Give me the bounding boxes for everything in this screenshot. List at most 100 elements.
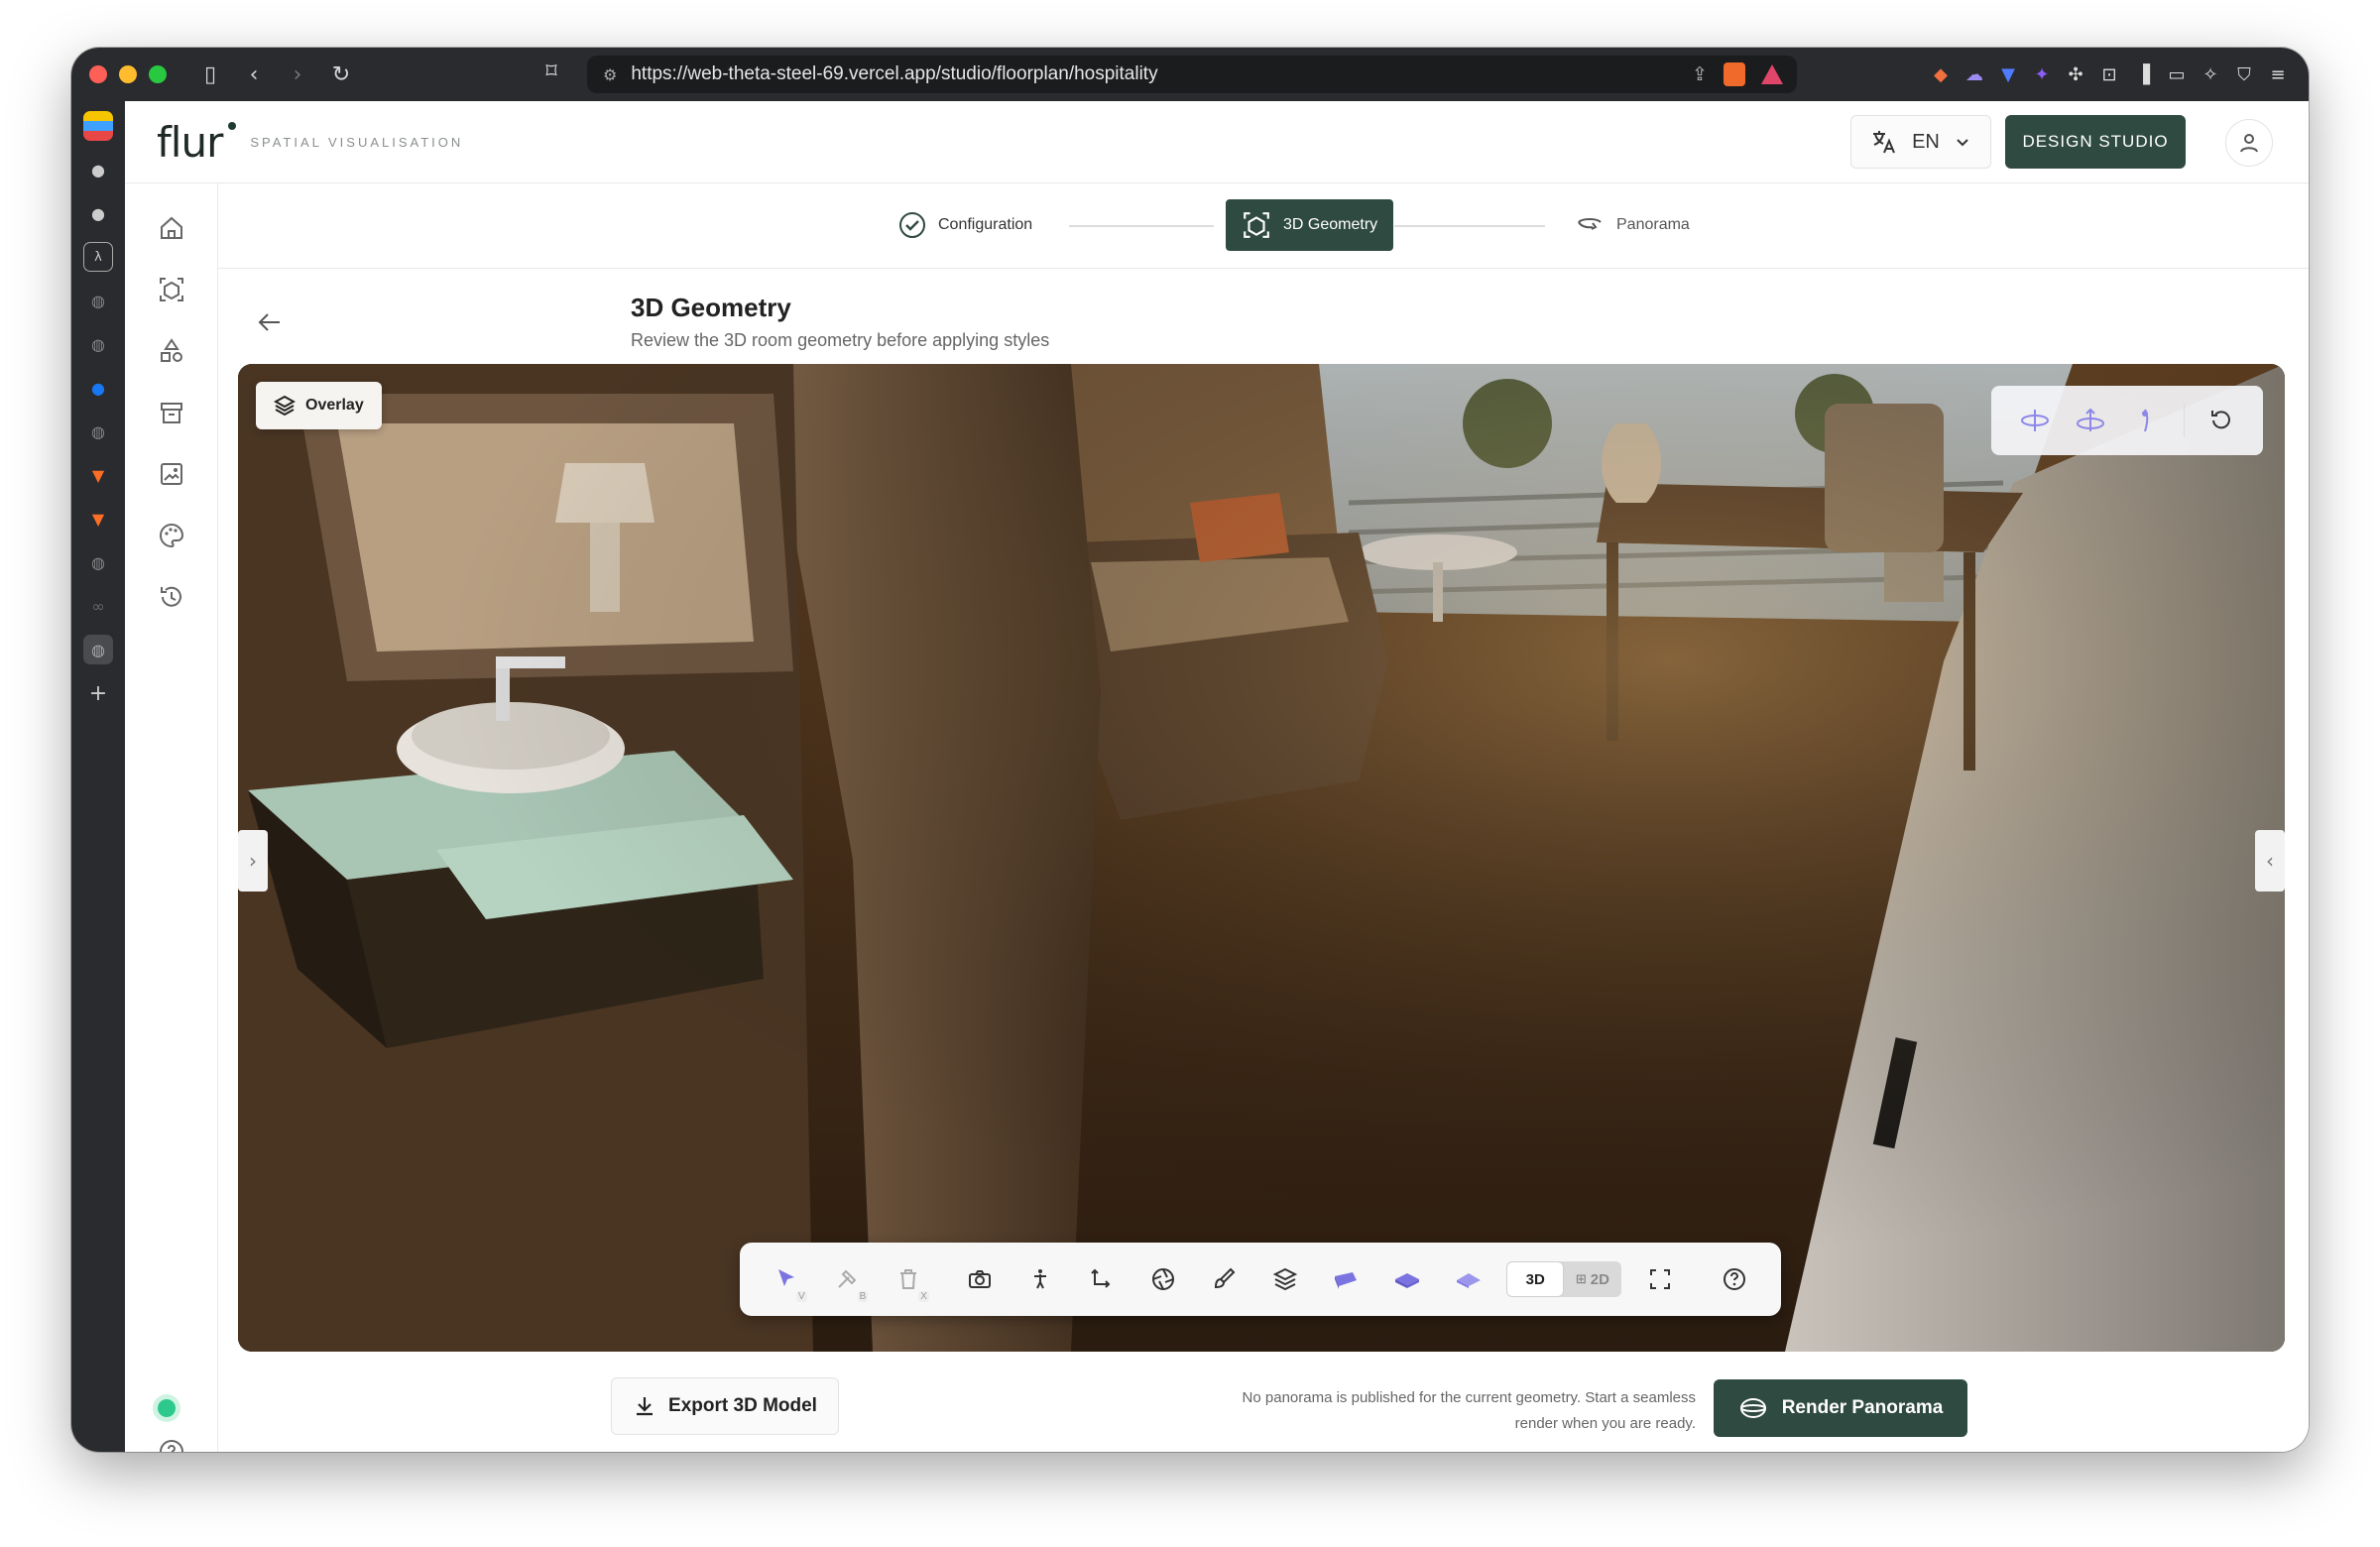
- step-panorama[interactable]: Panorama: [1559, 199, 1706, 251]
- flur-logo[interactable]: flur: [157, 118, 237, 167]
- ceiling-view-tool[interactable]: [1376, 1254, 1438, 1304]
- screenshot-tool[interactable]: [949, 1254, 1011, 1304]
- walk-mode-tool[interactable]: [1010, 1254, 1071, 1304]
- address-bar[interactable]: ⚙ https://web-theta-steel-69.vercel.app/…: [587, 56, 1797, 93]
- paint-tool[interactable]: [1193, 1254, 1254, 1304]
- layers-tool[interactable]: [1254, 1254, 1316, 1304]
- panorama-icon: [1578, 218, 1602, 230]
- share-icon[interactable]: ⇪: [1692, 63, 1708, 85]
- orbit-horizontal-icon[interactable]: [2018, 404, 2052, 437]
- reload-icon[interactable]: ↻: [323, 62, 359, 87]
- aperture-tool[interactable]: [1132, 1254, 1194, 1304]
- brave-shield-icon[interactable]: [1724, 62, 1745, 86]
- 3d-cube-icon: [1244, 212, 1269, 238]
- tab-globe-icon-active[interactable]: ◍: [83, 635, 113, 664]
- export-3d-model-button[interactable]: Export 3D Model: [611, 1377, 839, 1435]
- slab-stack-icon: [1395, 1273, 1419, 1288]
- view-mode-2d-label: 2D: [1590, 1270, 1609, 1288]
- view-mode-2d[interactable]: ⊞ 2D: [1564, 1261, 1621, 1297]
- fullscreen-icon: [1649, 1269, 1670, 1289]
- vpn-icon[interactable]: ⛉: [2229, 60, 2259, 89]
- bookmark-icon[interactable]: ⌑: [534, 60, 569, 84]
- orbit-vertical-icon[interactable]: [2074, 404, 2107, 437]
- nav-palette-icon[interactable]: [155, 519, 188, 552]
- logo-dot: [228, 121, 237, 130]
- step-label: 3D Geometry: [1283, 216, 1378, 233]
- floor-view-tool[interactable]: [1316, 1254, 1377, 1304]
- tab-globe-icon-2[interactable]: ◍: [83, 329, 113, 359]
- right-panel-expand-handle[interactable]: ‹: [2255, 830, 2285, 892]
- measure-tool[interactable]: [1071, 1254, 1132, 1304]
- sidebar-panel-icon[interactable]: ▐: [2128, 60, 2158, 89]
- left-panel-expand-handle[interactable]: ›: [238, 830, 268, 892]
- view-mode-3d[interactable]: 3D: [1506, 1261, 1565, 1297]
- build-tool[interactable]: B: [817, 1254, 879, 1304]
- design-studio-button[interactable]: DESIGN STUDIO: [2005, 115, 2186, 169]
- menu-icon[interactable]: ≡: [2263, 60, 2293, 89]
- brave-rewards-icon[interactable]: [1761, 64, 1783, 84]
- nav-home-icon[interactable]: [155, 211, 188, 245]
- fullscreen-tool[interactable]: [1629, 1254, 1691, 1304]
- hammer-icon: [838, 1269, 857, 1288]
- select-tool[interactable]: V: [756, 1254, 817, 1304]
- render-panorama-button[interactable]: Render Panorama: [1714, 1379, 1967, 1437]
- screenshot-icon[interactable]: ⊡: [2094, 60, 2124, 89]
- delete-tool[interactable]: X: [878, 1254, 939, 1304]
- site-settings-icon[interactable]: ⚙: [603, 65, 617, 84]
- tab-favicon-app-icon[interactable]: [83, 111, 113, 141]
- user-account-button[interactable]: [2225, 119, 2273, 167]
- extensions-puzzle-icon[interactable]: ✣: [2061, 60, 2090, 89]
- stack-layers-icon: [1272, 1267, 1297, 1291]
- tab-globe-icon-4[interactable]: ◍: [83, 547, 113, 577]
- tab-link-icon[interactable]: ∞: [83, 591, 113, 621]
- tab-gitlab-icon[interactable]: ▼: [83, 460, 113, 490]
- minimize-window-button[interactable]: [119, 65, 137, 83]
- new-tab-plus-icon[interactable]: +: [83, 678, 113, 708]
- page-title: 3D Geometry: [631, 293, 791, 322]
- viewport-toolbar: V B X 3D ⊞ 2D: [740, 1243, 1781, 1316]
- tab-lambda-icon[interactable]: λ: [83, 242, 113, 272]
- app-left-nav: [125, 183, 218, 1452]
- tilt-camera-icon[interactable]: [2128, 404, 2162, 437]
- extension-star-icon[interactable]: ✦: [2027, 60, 2057, 89]
- forward-nav-icon[interactable]: ›: [280, 62, 315, 87]
- overlay-toggle-button[interactable]: Overlay: [256, 382, 382, 429]
- step-3d-geometry[interactable]: 3D Geometry: [1226, 199, 1394, 251]
- shortcut-key: V: [795, 1291, 807, 1302]
- step-label: Panorama: [1616, 216, 1690, 233]
- tab-gitlab-icon-2[interactable]: ▼: [83, 504, 113, 534]
- nav-archive-icon[interactable]: [155, 396, 188, 429]
- ai-assistant-icon[interactable]: ✧: [2196, 60, 2225, 89]
- back-arrow-icon[interactable]: [252, 304, 288, 340]
- person-icon: [1034, 1269, 1047, 1289]
- help-tool[interactable]: [1704, 1254, 1765, 1304]
- extension-shield-icon[interactable]: ▼: [1993, 60, 2023, 89]
- tab-github-icon[interactable]: ●: [83, 155, 113, 184]
- layers-icon: [274, 395, 296, 416]
- extension-fox-icon[interactable]: ◆: [1926, 60, 1956, 89]
- language-selector[interactable]: EN: [1850, 115, 1991, 169]
- maximize-window-button[interactable]: [149, 65, 167, 83]
- panorama-globe-icon: [1739, 1398, 1766, 1418]
- step-configuration[interactable]: Configuration: [883, 199, 1048, 251]
- wallet-icon[interactable]: ▭: [2162, 60, 2192, 89]
- nav-image-scan-icon[interactable]: [155, 457, 188, 491]
- tab-globe-icon[interactable]: ◍: [83, 286, 113, 315]
- tab-globe-icon-3[interactable]: ◍: [83, 416, 113, 446]
- tab-facebook-icon[interactable]: ●: [83, 373, 113, 403]
- back-nav-icon[interactable]: ‹: [236, 62, 272, 87]
- shortcut-key: X: [918, 1291, 929, 1302]
- nav-shapes-icon[interactable]: [155, 334, 188, 368]
- 3d-viewport[interactable]: Overlay › ‹ V B X 3D ⊞ 2D: [238, 364, 2285, 1352]
- tab-github-icon-2[interactable]: ●: [83, 198, 113, 228]
- sidebar-toggle-icon[interactable]: ▯: [192, 62, 228, 87]
- nav-history-icon[interactable]: [155, 580, 188, 614]
- nav-help-icon[interactable]: [155, 1435, 188, 1452]
- cursor-arrow-icon: [777, 1269, 794, 1286]
- close-window-button[interactable]: [89, 65, 107, 83]
- reset-view-icon[interactable]: [2206, 406, 2236, 435]
- nav-3d-cube-icon[interactable]: [155, 273, 188, 306]
- step-connector-2: [1394, 225, 1545, 227]
- roof-view-tool[interactable]: [1438, 1254, 1499, 1304]
- extension-cloud-icon[interactable]: ☁: [1960, 60, 1989, 89]
